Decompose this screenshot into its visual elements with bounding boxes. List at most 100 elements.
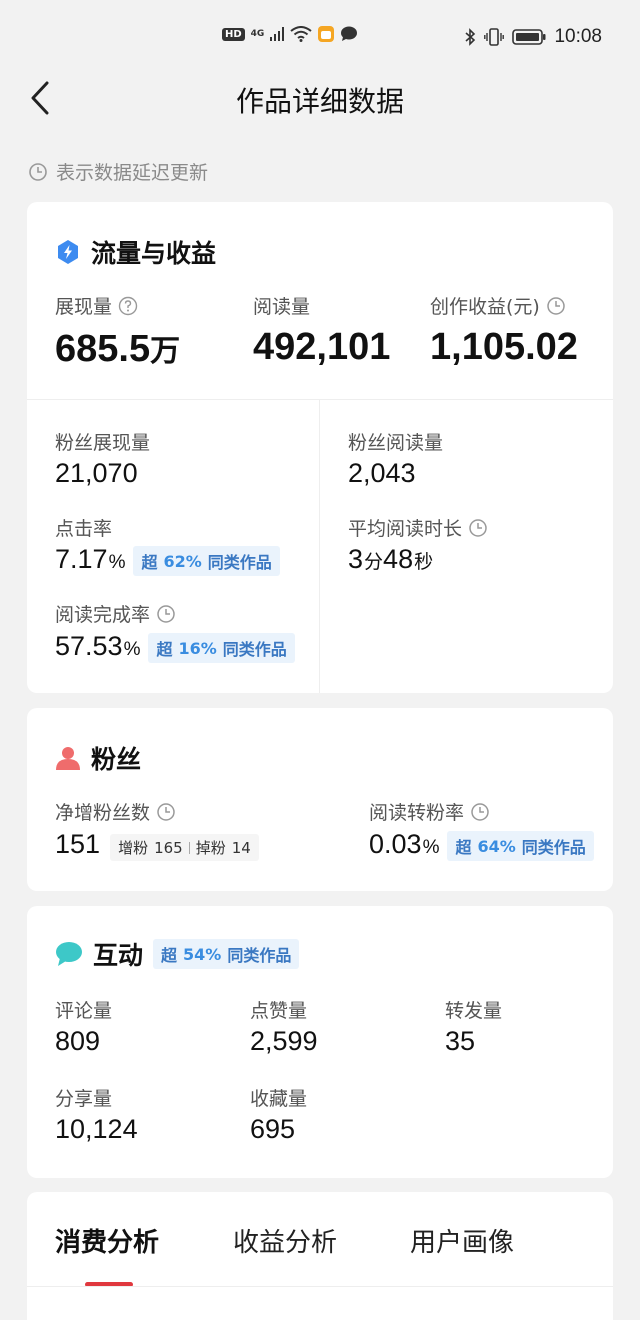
traffic-column-divider (319, 399, 320, 693)
badge-suffix: 同类作品 (227, 946, 292, 965)
fan-impressions-label: 粉丝展现量 (55, 432, 151, 454)
gain-loss-chip: 增粉 165 掉粉 14 (110, 834, 259, 861)
avg-read-time-label: 平均阅读时长 (348, 518, 463, 540)
clock-delay-icon (29, 162, 47, 181)
interaction-benchmark-badge: 超 54% 同类作品 (153, 939, 300, 969)
clock: 10:08 (554, 26, 602, 47)
fan-reads-label: 粉丝阅读量 (348, 432, 444, 454)
badge-suffix: 同类作品 (207, 553, 272, 572)
badge-prefix: 超 (161, 946, 178, 965)
lightning-icon (58, 240, 78, 264)
clock-delay-icon (547, 296, 565, 315)
impressions-label-row: 展现量 (55, 292, 138, 319)
message-icon (341, 26, 358, 41)
likes-value: 2,599 (250, 1026, 318, 1056)
clock-delay-icon (157, 604, 175, 623)
avg-read-time-label-row: 平均阅读时长 (348, 514, 488, 541)
reposts-value: 35 (445, 1026, 476, 1056)
ctr-unit: % (108, 552, 126, 573)
conversion-benchmark-badge: 超 64% 同类作品 (447, 831, 594, 861)
badge-suffix: 同类作品 (521, 838, 586, 857)
app-notification-icon (318, 26, 335, 42)
fans-section-header: 粉丝 (55, 740, 141, 776)
completion-label-row: 阅读完成率 (55, 600, 176, 627)
earnings-label-row: 创作收益(元) (430, 292, 566, 319)
comments-value: 809 (55, 1026, 101, 1056)
badge-prefix: 超 (156, 640, 173, 659)
tab-earnings-analysis[interactable]: 收益分析 (233, 1222, 337, 1259)
page-title: 作品详细数据 (235, 85, 404, 118)
traffic-section-title: 流量与收益 (91, 239, 217, 268)
status-bar: HD 4G 10:08 (0, 0, 640, 76)
impressions-number: 685.5 (55, 328, 151, 370)
delay-notice-text: 表示数据延迟更新 (56, 162, 209, 184)
likes-label: 点赞量 (250, 1000, 308, 1022)
clock-delay-icon (469, 518, 487, 537)
loss-label: 掉粉 (195, 839, 226, 857)
vibrate-icon (484, 28, 505, 46)
loss-value: 14 (231, 838, 251, 857)
status-left-icons: HD 4G (222, 26, 358, 42)
hd-badge: HD (222, 27, 245, 41)
badge-prefix: 超 (455, 838, 472, 857)
completion-value-row: 57.53% 超 16% 同类作品 (55, 631, 295, 663)
chip-separator (188, 841, 190, 854)
avg-read-minutes: 3 (348, 544, 364, 574)
impressions-unit: 万 (150, 335, 181, 368)
interaction-section-header: 互动 超 54% 同类作品 (55, 936, 300, 972)
tab-user-profile[interactable]: 用户画像 (410, 1222, 514, 1259)
badge-pct: 54% (183, 944, 222, 964)
conversion-value: 0.03 (369, 829, 422, 859)
bluetooth-icon (465, 28, 476, 46)
favorites-label: 收藏量 (250, 1088, 308, 1110)
status-right-icons: 10:08 (464, 26, 602, 48)
conversion-unit: % (422, 837, 440, 858)
traffic-earnings-card: 流量与收益 展现量 685.5万 阅读量 492,101 创作收益(元) 1,1… (27, 202, 613, 693)
avg-read-seconds: 48 (383, 544, 414, 574)
battery-icon (512, 29, 546, 45)
ctr-value: 7.17 (55, 544, 108, 574)
fans-card: 粉丝 净增粉丝数 151 增粉 165 掉粉 14 阅读转粉率 0.03% 超6… (27, 708, 613, 891)
badge-prefix: 超 (141, 553, 158, 572)
interaction-section-title: 互动 (93, 941, 144, 970)
analysis-tabs-card: 消费分析 收益分析 用户画像 (27, 1192, 613, 1320)
fan-impressions-value: 21,070 (55, 458, 138, 488)
net-gain-label-row: 净增粉丝数 (55, 798, 176, 825)
gain-value: 165 (154, 838, 183, 857)
fan-reads-value: 2,043 (348, 458, 416, 488)
completion-benchmark-badge: 超 16% 同类作品 (148, 633, 295, 663)
wifi-icon (290, 26, 312, 42)
reads-label: 阅读量 (253, 296, 311, 318)
top-nav: 作品详细数据 (0, 76, 640, 122)
help-icon[interactable] (118, 296, 138, 316)
reads-value: 492,101 (253, 326, 391, 368)
ctr-benchmark-badge: 超 62% 同类作品 (133, 546, 280, 576)
minute-unit: 分 (364, 552, 384, 573)
completion-value: 57.53 (55, 631, 123, 661)
signal-icon (270, 27, 285, 41)
favorites-value: 695 (250, 1114, 296, 1144)
shares-value: 10,124 (55, 1114, 138, 1144)
comments-label: 评论量 (55, 1000, 113, 1022)
clock-delay-icon (157, 802, 175, 821)
traffic-section-header: 流量与收益 (55, 234, 216, 270)
person-icon (56, 747, 80, 770)
net-gain-label: 净增粉丝数 (55, 802, 151, 824)
badge-pct: 64% (477, 836, 516, 856)
net-gain-value: 151 (55, 829, 101, 859)
impressions-value: 685.5万 (55, 326, 180, 371)
clock-delay-icon (471, 802, 489, 821)
interaction-card: 互动 超 54% 同类作品 评论量 809 点赞量 2,599 转发量 35 分享量… (27, 906, 613, 1178)
chat-bubble-icon (56, 942, 82, 966)
badge-pct: 16% (178, 638, 217, 658)
second-unit: 秒 (414, 552, 434, 573)
tabs-divider (27, 1286, 613, 1287)
badge-pct: 62% (163, 551, 202, 571)
reposts-label: 转发量 (445, 1000, 503, 1022)
ctr-value-row: 7.17% 超 62% 同类作品 (55, 544, 280, 576)
conversion-label: 阅读转粉率 (369, 802, 465, 824)
delay-notice: 表示数据延迟更新 (28, 158, 208, 185)
completion-label: 阅读完成率 (55, 604, 151, 626)
tab-consumption-analysis[interactable]: 消费分析 (55, 1222, 159, 1259)
earnings-value: 1,105.02 (430, 326, 578, 368)
